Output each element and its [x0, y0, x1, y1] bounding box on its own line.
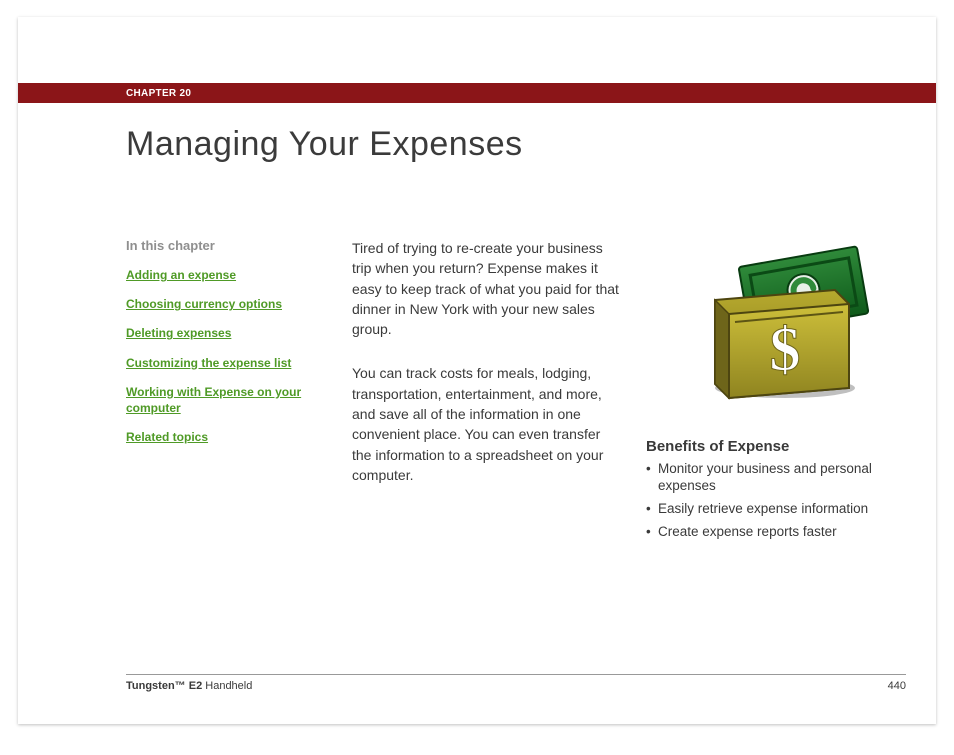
body-column: Tired of trying to re-create your busine…	[352, 238, 620, 509]
svg-text:$: $	[770, 316, 801, 384]
chapter-label: CHAPTER 20	[126, 88, 191, 99]
toc-link-deleting-expenses[interactable]: Deleting expenses	[126, 325, 316, 341]
benefit-item: Create expense reports faster	[646, 524, 906, 541]
benefit-item: Easily retrieve expense information	[646, 501, 906, 518]
toc-sidebar: In this chapter Adding an expense Choosi…	[126, 238, 316, 458]
toc-link-adding-expense[interactable]: Adding an expense	[126, 267, 316, 283]
benefits-list: Monitor your business and personal expen…	[646, 461, 906, 541]
columns-layout: In this chapter Adding an expense Choosi…	[126, 238, 906, 547]
document-page: CHAPTER 20 Managing Your Expenses In thi…	[18, 17, 936, 724]
toc-link-currency-options[interactable]: Choosing currency options	[126, 296, 316, 312]
page-footer: Tungsten™ E2 Handheld 440	[126, 674, 906, 692]
footer-product-rest: Handheld	[202, 680, 252, 692]
toc-link-customizing-list[interactable]: Customizing the expense list	[126, 355, 316, 371]
benefits-heading: Benefits of Expense	[646, 438, 906, 455]
wallet-dollar-icon: $	[685, 240, 877, 410]
footer-product-bold: Tungsten™ E2	[126, 680, 202, 692]
benefit-item: Monitor your business and personal expen…	[646, 461, 906, 495]
toc-heading: In this chapter	[126, 238, 316, 253]
toc-link-related-topics[interactable]: Related topics	[126, 429, 316, 445]
page-title: Managing Your Expenses	[126, 125, 906, 164]
benefits-column: $ Benefits of Expense Monitor your busin…	[656, 238, 906, 547]
body-paragraph-2: You can track costs for meals, lodging, …	[352, 363, 620, 485]
chapter-header-bar: CHAPTER 20	[18, 83, 936, 103]
footer-page-number: 440	[888, 680, 906, 692]
footer-product-name: Tungsten™ E2 Handheld	[126, 680, 252, 692]
content-area: Managing Your Expenses In this chapter A…	[126, 125, 906, 547]
body-paragraph-1: Tired of trying to re-create your busine…	[352, 238, 620, 339]
toc-link-expense-on-computer[interactable]: Working with Expense on your computer	[126, 384, 316, 416]
